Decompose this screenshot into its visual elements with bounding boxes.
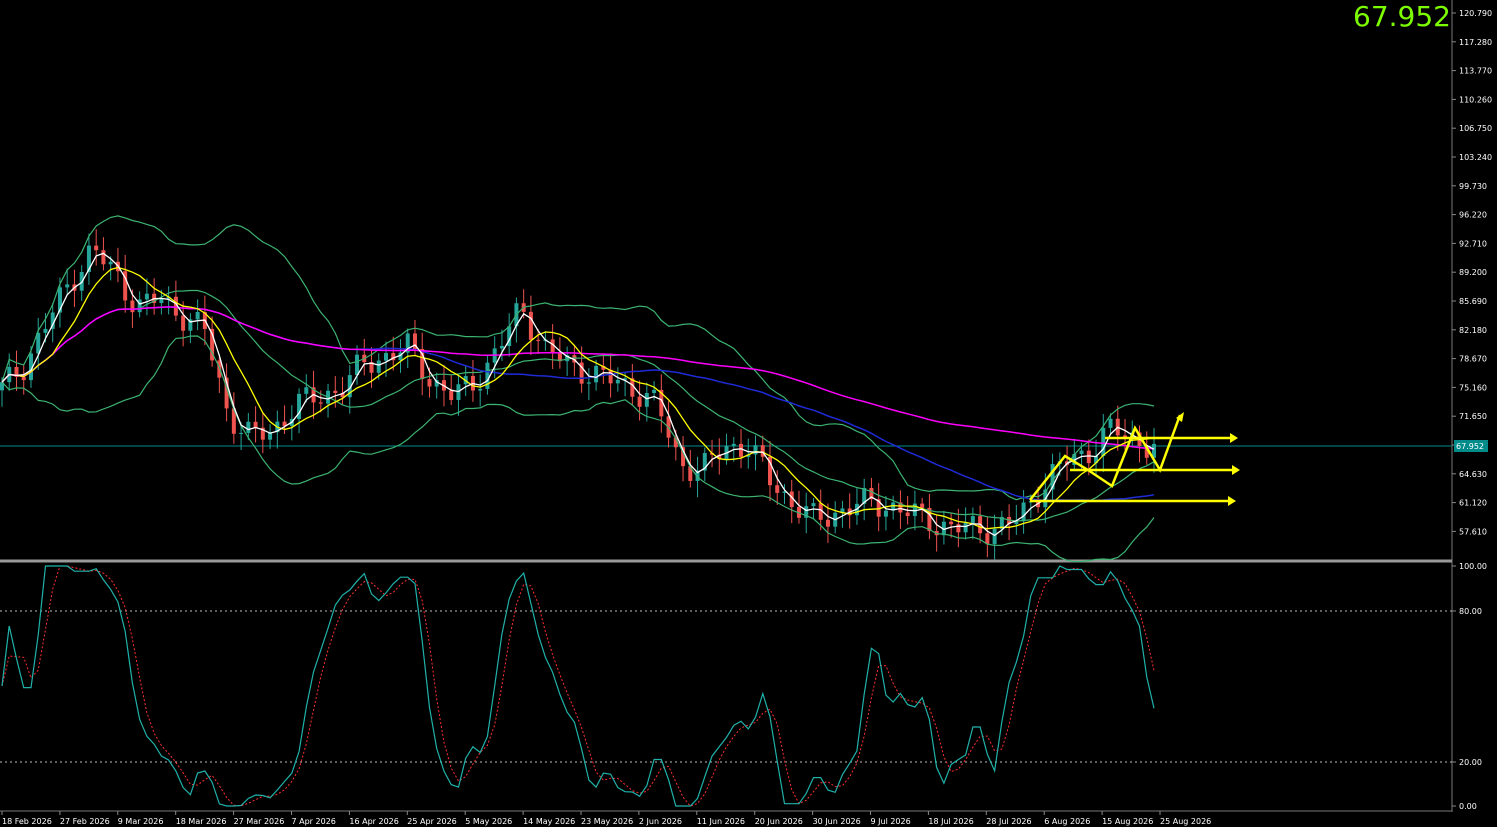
candle-body <box>825 519 830 527</box>
candle-body <box>427 379 432 387</box>
price-axis-label: 57.610 <box>1459 527 1487 536</box>
candle-body <box>985 533 990 545</box>
time-axis-label: 14 May 2026 <box>523 817 575 826</box>
candle-body <box>318 402 323 404</box>
candle-body <box>376 360 381 373</box>
time-axis-label: 7 Apr 2026 <box>292 817 336 826</box>
candle-body <box>652 389 657 394</box>
candle-body <box>905 512 910 517</box>
candle-body <box>384 353 388 361</box>
candle-body <box>253 421 258 428</box>
candle-body <box>478 388 483 391</box>
last-price-display: 67.952 <box>1353 0 1451 33</box>
time-axis-label: 6 Aug 2026 <box>1044 817 1090 826</box>
price-axis-label: 89.200 <box>1459 268 1487 277</box>
price-axis-label: 85.690 <box>1459 297 1487 306</box>
time-axis-label: 20 Jun 2026 <box>755 817 803 826</box>
time-axis-label: 18 Feb 2026 <box>2 817 52 826</box>
time-axis-label: 9 Mar 2026 <box>118 817 164 826</box>
osc-axis-label: 20.00 <box>1459 758 1482 767</box>
time-axis-label: 9 Jul 2026 <box>871 817 911 826</box>
candle-body <box>970 516 975 523</box>
candle-body <box>1108 418 1113 428</box>
price-axis-label: 96.220 <box>1459 211 1487 220</box>
candle-body <box>883 510 888 517</box>
candle-body <box>195 312 200 320</box>
candle-body <box>1079 450 1084 454</box>
candle-body <box>449 390 454 400</box>
candle-body <box>586 382 591 384</box>
time-axis-label: 27 Feb 2026 <box>60 817 110 826</box>
candle-body <box>956 524 961 533</box>
osc-axis-label: 80.00 <box>1459 607 1482 616</box>
candle-body <box>239 432 244 434</box>
candle-body <box>108 261 113 265</box>
candle-body <box>94 245 99 251</box>
candle-body <box>355 354 360 376</box>
candle-body <box>608 369 613 384</box>
time-axis-label: 25 Apr 2026 <box>407 817 456 826</box>
osc-axis-label: 0.00 <box>1459 802 1477 811</box>
candle-body <box>43 328 48 333</box>
current-price-tag-text: 67.952 <box>1456 442 1484 451</box>
time-axis-label: 11 Jun 2026 <box>697 817 745 826</box>
time-axis-label: 2 Jun 2026 <box>639 817 682 826</box>
price-axis-label: 64.630 <box>1459 470 1487 479</box>
candle-body <box>1086 450 1091 464</box>
candle-body <box>181 315 186 331</box>
candle-body <box>637 396 642 407</box>
chart-background <box>0 0 1497 827</box>
time-axis-label: 23 May 2026 <box>581 817 633 826</box>
candle-body <box>304 387 309 394</box>
candle-body <box>246 421 251 433</box>
time-axis-label: 27 Mar 2026 <box>234 817 285 826</box>
candle-body <box>949 521 954 525</box>
chart-canvas[interactable]: 120.790 117.280 113.770 110.260 106.750 103.2… <box>0 0 1497 827</box>
candle-body <box>130 300 135 313</box>
price-axis-label: 82.180 <box>1459 326 1487 335</box>
candle-body <box>528 311 533 340</box>
price-axis-label: 99.730 <box>1459 182 1487 191</box>
osc-axis-label: 100.00 <box>1459 562 1487 571</box>
time-axis-label: 16 Apr 2026 <box>349 817 398 826</box>
candle-body <box>963 522 968 533</box>
candle-body <box>65 284 70 288</box>
price-axis-label: 117.280 <box>1459 38 1492 47</box>
candle-body <box>615 379 620 384</box>
candle-body <box>101 250 106 265</box>
candle-body <box>144 293 149 300</box>
price-axis-label: 110.260 <box>1459 95 1492 104</box>
time-axis-label: 15 Aug 2026 <box>1102 817 1153 826</box>
price-axis-label: 78.670 <box>1459 355 1487 364</box>
price-axis-label: 113.770 <box>1459 67 1492 76</box>
time-axis-label: 30 Jun 2026 <box>813 817 861 826</box>
price-axis-label: 103.240 <box>1459 153 1492 162</box>
candle-body <box>731 443 736 446</box>
candle-body <box>992 528 997 545</box>
candle-body <box>333 390 338 394</box>
time-axis-label: 28 Jul 2026 <box>986 817 1031 826</box>
candle-body <box>21 376 26 381</box>
candle-body <box>594 365 599 383</box>
price-axis-label: 92.710 <box>1459 239 1487 248</box>
price-axis-label: 71.650 <box>1459 412 1487 421</box>
candle-body <box>536 339 541 341</box>
candle-body <box>811 503 816 507</box>
price-axis-label: 106.750 <box>1459 124 1492 133</box>
price-axis-label: 120.790 <box>1459 9 1492 18</box>
candle-body <box>644 393 649 407</box>
candle-body <box>920 503 925 508</box>
candle-body <box>739 443 744 457</box>
candle-body <box>1101 427 1106 456</box>
candle-body <box>499 345 504 349</box>
price-axis-label: 61.120 <box>1459 499 1487 508</box>
candle-body <box>775 485 780 493</box>
candle-body <box>1021 502 1026 522</box>
time-axis-label: 5 May 2026 <box>465 817 512 826</box>
price-axis-label: 75.160 <box>1459 383 1487 392</box>
time-axis-label: 18 Jul 2026 <box>928 817 973 826</box>
candle-body <box>753 445 758 455</box>
time-axis-label: 18 Mar 2026 <box>176 817 227 826</box>
time-axis-label: 25 Aug 2026 <box>1160 817 1211 826</box>
